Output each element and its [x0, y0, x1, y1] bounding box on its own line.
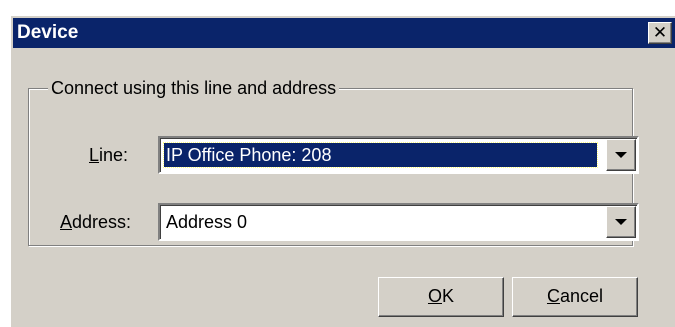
- ok-label-rest: K: [442, 286, 455, 306]
- line-label: Line:: [89, 144, 128, 166]
- title-bar[interactable]: Device ✕: [13, 18, 675, 48]
- window-title: Device: [17, 22, 79, 43]
- group-legend: Connect using this line and address: [48, 77, 340, 99]
- address-label: Address:: [60, 211, 131, 233]
- close-button[interactable]: ✕: [648, 22, 672, 44]
- cancel-label-rest: ancel: [559, 286, 604, 306]
- address-value[interactable]: Address 0: [164, 210, 597, 234]
- cancel-button[interactable]: Cancel: [512, 277, 638, 317]
- cancel-mnemonic: C: [546, 286, 560, 306]
- line-value[interactable]: IP Office Phone: 208: [163, 142, 598, 168]
- close-icon: ✕: [652, 23, 668, 42]
- address-combobox[interactable]: Address 0: [158, 203, 639, 241]
- address-label-mnemonic: A: [60, 212, 73, 232]
- address-label-rest: ddress:: [72, 212, 132, 232]
- ok-mnemonic: O: [427, 286, 442, 306]
- ok-button[interactable]: OK: [378, 277, 504, 317]
- line-label-mnemonic: L: [89, 145, 100, 165]
- line-label-rest: ine:: [99, 145, 129, 165]
- chevron-down-icon[interactable]: [606, 139, 636, 171]
- line-combobox[interactable]: IP Office Phone: 208: [158, 136, 639, 174]
- chevron-down-icon[interactable]: [606, 206, 636, 238]
